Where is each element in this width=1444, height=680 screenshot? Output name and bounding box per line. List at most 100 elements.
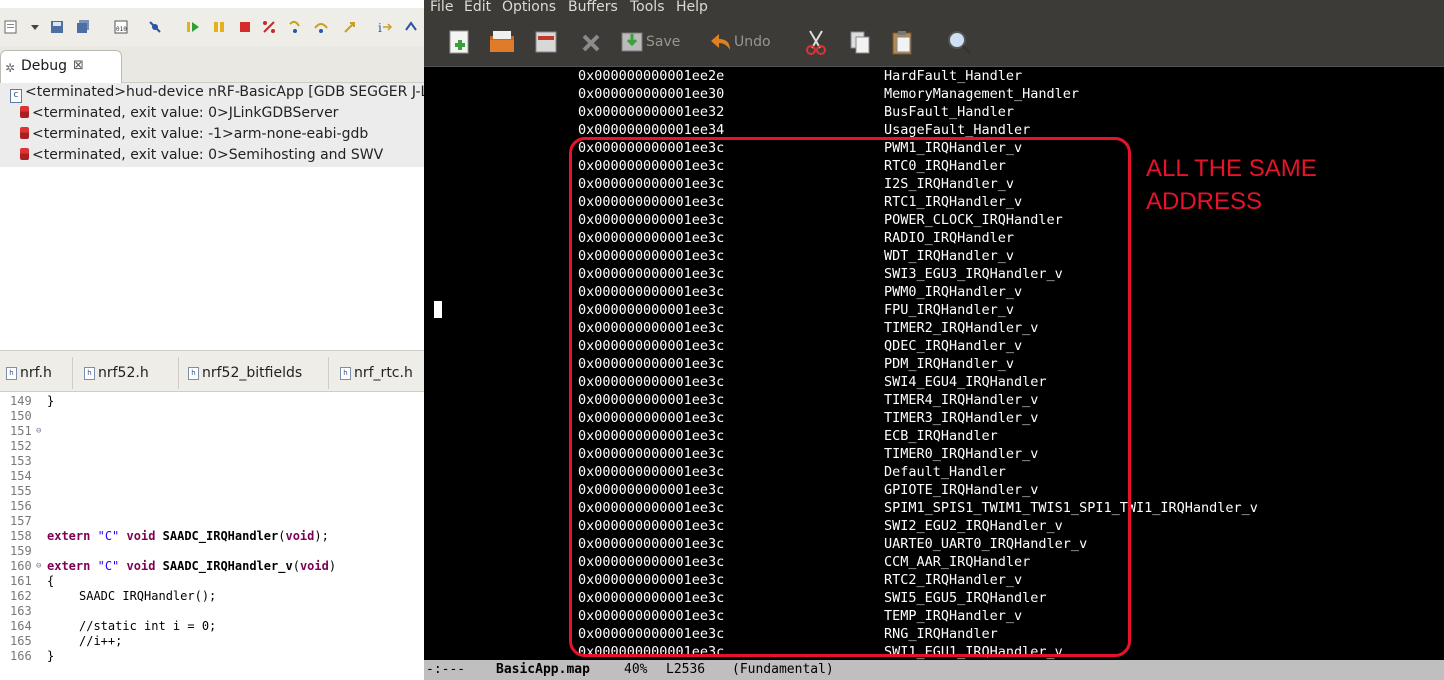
save-all-icon[interactable]	[76, 19, 90, 33]
code-text: {	[47, 574, 55, 588]
suspend-icon[interactable]	[212, 19, 226, 33]
menu-help[interactable]: Help	[676, 0, 708, 15]
copy-icon[interactable]	[848, 28, 872, 56]
line-number: 158	[10, 529, 32, 543]
symbol-name: BusFault_Handler	[884, 104, 1015, 120]
code-line: 157	[0, 514, 424, 529]
tab-debug[interactable]: ✲ Debug ⊠	[0, 50, 122, 83]
line-number: 150	[10, 409, 32, 423]
step-return-icon[interactable]	[342, 19, 356, 33]
line-number: 160	[10, 559, 32, 573]
tree-item-process[interactable]: <terminated, exit value: 0>JLinkGDBServe…	[20, 105, 338, 125]
undo-button-label[interactable]: Undo	[734, 34, 771, 50]
symbol-address: 0x000000000001ee32	[578, 104, 725, 120]
code-text: extern "C" void SAADC_IRQHandler(void);	[47, 529, 329, 543]
line-number: 153	[10, 454, 32, 468]
undo-icon[interactable]	[708, 28, 734, 56]
c-header-file-icon: h	[84, 367, 95, 380]
code-line: 166}	[0, 649, 424, 664]
save-icon[interactable]	[620, 28, 644, 56]
modeline-major-mode: (Fundamental)	[732, 662, 834, 677]
new-icon[interactable]	[4, 19, 18, 34]
open-file-icon[interactable]	[488, 28, 516, 56]
eclipse-toolbar: 010 i	[0, 8, 424, 47]
line-number: 157	[10, 514, 32, 528]
new-file-icon[interactable]	[448, 28, 472, 56]
code-line: 159	[0, 544, 424, 559]
menu-options[interactable]: Options	[502, 0, 556, 15]
tab-nrf52-h[interactable]: h nrf52.h	[78, 357, 179, 389]
code-line: 160 ⊖ extern "C" void SAADC_IRQHandler_v(v…	[0, 559, 424, 574]
tree-item-launch[interactable]: c <terminated>hud-device nRF-BasicApp [GD…	[10, 84, 424, 104]
disconnect-icon[interactable]	[262, 19, 276, 33]
code-line: 162 SAADC IRQHandler();	[0, 589, 424, 604]
menu-buffers[interactable]: Buffers	[568, 0, 618, 15]
code-editor[interactable]: 149} 150 151 ⊖ 152 153 154 155 156 157 15…	[0, 392, 424, 680]
tree-item-process[interactable]: <terminated, exit value: 0>Semihosting a…	[20, 147, 383, 167]
process-icon	[20, 106, 29, 118]
editor-tabbar: h nrf.h h nrf52.h h nrf52_bitfields h nrf_rt…	[0, 350, 424, 392]
code-line: 165 //i++;	[0, 634, 424, 649]
fold-toggle-icon[interactable]: ⊖	[36, 559, 41, 574]
code-line: 155	[0, 484, 424, 499]
svg-text:010: 010	[116, 26, 127, 33]
tab-nrf52-bitfields[interactable]: h nrf52_bitfields	[182, 357, 329, 389]
instruction-stepping-icon[interactable]: i	[378, 19, 393, 35]
code-line: 149}	[0, 394, 424, 409]
modeline-line-number: L2536	[666, 662, 706, 677]
cancel-icon[interactable]	[580, 28, 602, 56]
symbol-address: 0x000000000001ee2e	[578, 68, 725, 84]
line-number: 152	[10, 439, 32, 453]
svg-text:i: i	[378, 21, 382, 34]
tab-label: nrf52.h	[98, 365, 149, 381]
modeline-buffer-name: BasicApp.map	[496, 662, 590, 677]
line-number: 161	[10, 574, 32, 588]
debug-bug-icon: ✲	[5, 61, 16, 75]
skip-breakpoints-icon[interactable]	[148, 19, 162, 33]
dropdown-arrow-icon[interactable]	[30, 19, 44, 33]
binary-icon[interactable]: 010	[114, 19, 128, 34]
code-line: 151 ⊖	[0, 424, 424, 439]
step-into-icon[interactable]	[288, 19, 302, 33]
line-number: 155	[10, 484, 32, 498]
resume-icon[interactable]	[186, 19, 200, 33]
c-header-file-icon: h	[340, 367, 351, 380]
modeline-status: -:---	[426, 662, 466, 677]
code-line: 163	[0, 604, 424, 619]
reset-icon[interactable]	[404, 19, 418, 33]
code-line: 153	[0, 454, 424, 469]
menu-file[interactable]: File	[430, 0, 453, 15]
c-header-file-icon: h	[6, 367, 17, 380]
tab-label: nrf.h	[20, 365, 52, 381]
menu-edit[interactable]: Edit	[464, 0, 491, 15]
menu-tools[interactable]: Tools	[630, 0, 665, 15]
code-text: }	[47, 649, 55, 663]
line-number: 154	[10, 469, 32, 483]
tab-nrf-h[interactable]: h nrf.h	[0, 357, 73, 389]
close-buffer-icon[interactable]	[534, 28, 558, 56]
tree-item-label: <terminated, exit value: -1>arm-none-eab…	[32, 126, 369, 142]
terminate-icon[interactable]	[238, 19, 252, 33]
line-number: 164	[10, 619, 32, 633]
debug-launch-tree: c <terminated>hud-device nRF-BasicApp [GD…	[0, 83, 424, 167]
paste-icon[interactable]	[890, 28, 914, 56]
line-number: 163	[10, 604, 32, 618]
line-number: 151	[10, 424, 32, 438]
search-icon[interactable]	[946, 28, 972, 56]
annotation-line: ALL THE SAME	[1146, 155, 1317, 182]
code-line: 161 {	[0, 574, 424, 589]
fold-toggle-icon[interactable]: ⊖	[36, 424, 41, 439]
tree-item-label: <terminated, exit value: 0>JLinkGDBServe…	[32, 105, 339, 121]
code-line: 154	[0, 469, 424, 484]
save-button-label[interactable]: Save	[646, 34, 680, 50]
step-over-icon[interactable]	[314, 19, 328, 33]
tab-nrf-rtc-h[interactable]: h nrf_rtc.h	[334, 357, 424, 389]
symbol-name: MemoryManagement_Handler	[884, 86, 1080, 102]
line-number: 166	[10, 649, 32, 663]
save-icon[interactable]	[50, 19, 64, 33]
close-icon[interactable]: ⊠	[73, 58, 84, 73]
debug-view-tabbar: ✲ Debug ⊠	[0, 46, 424, 83]
c-header-file-icon: h	[188, 367, 199, 380]
tree-item-process[interactable]: <terminated, exit value: -1>arm-none-eab…	[20, 126, 368, 146]
cut-icon[interactable]	[804, 28, 828, 56]
